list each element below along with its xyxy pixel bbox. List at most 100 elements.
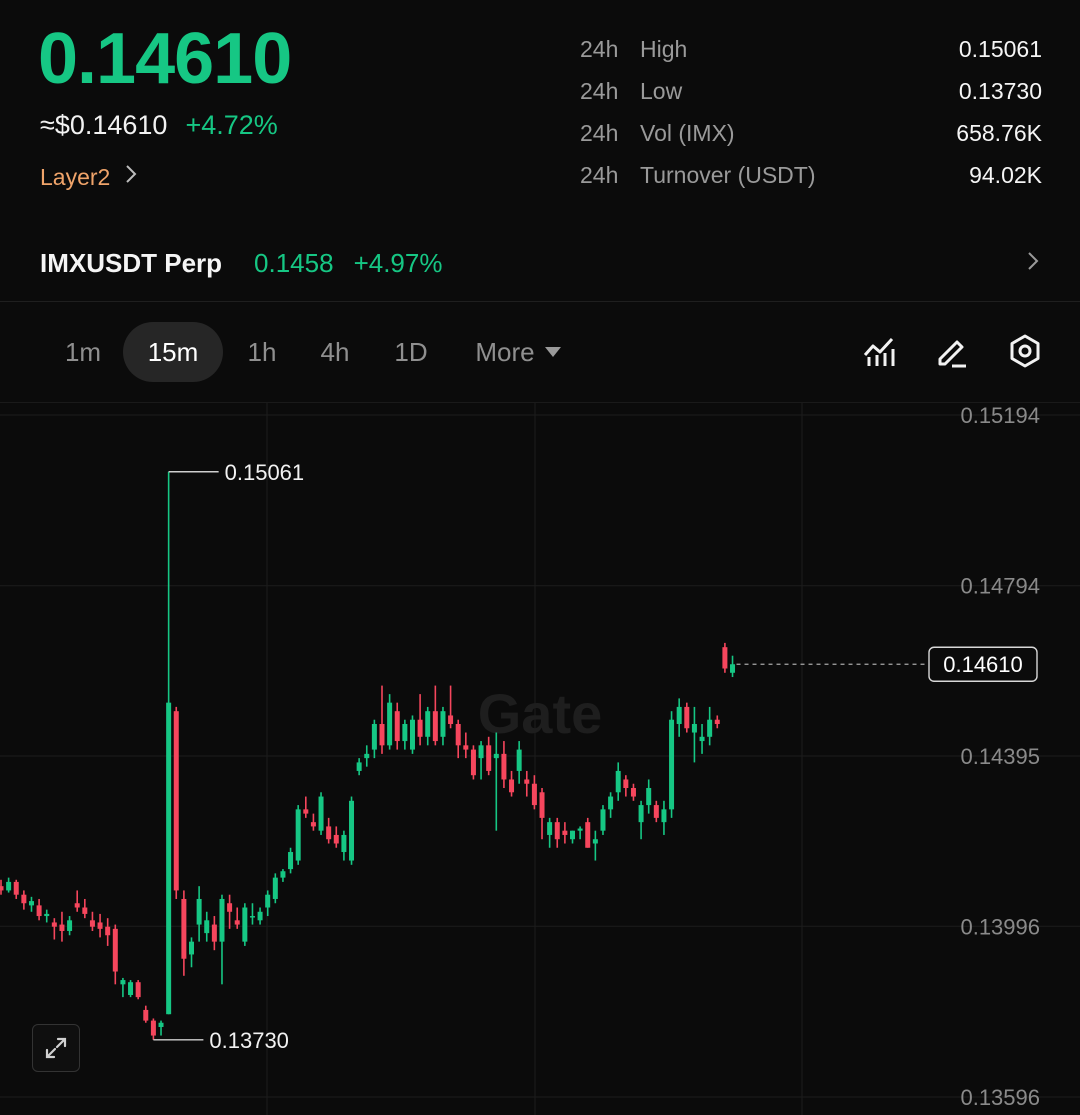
candle-body	[288, 852, 294, 870]
candle-body	[150, 1020, 156, 1036]
candle-body	[303, 809, 309, 814]
caret-down-icon	[544, 347, 561, 357]
price-change: +4.72%	[185, 110, 278, 140]
candle-body	[211, 924, 217, 942]
candle-body	[89, 920, 95, 927]
sector-tag-link[interactable]: Layer2	[40, 163, 138, 192]
candle-body	[135, 982, 141, 998]
candle-body	[493, 753, 499, 759]
candle-body	[707, 719, 713, 737]
candle-body	[577, 828, 583, 831]
candle-body	[608, 796, 614, 810]
low-marker-label: 0.13730	[209, 1028, 289, 1053]
candle-body	[189, 941, 194, 955]
stat-value: 0.13730	[958, 77, 1042, 104]
settings-icon[interactable]	[1007, 333, 1043, 369]
stat-period: 24h	[580, 77, 619, 104]
tab-1d[interactable]: 1D	[378, 322, 444, 382]
candle-body	[204, 920, 210, 934]
tab-1m[interactable]: 1m	[50, 322, 116, 382]
candle-body	[6, 881, 12, 891]
candle-body	[13, 881, 19, 895]
candle-body	[349, 800, 355, 861]
perp-link-row[interactable]: IMXUSDT Perp 0.1458 +4.97%	[40, 243, 1040, 283]
tab-15m[interactable]: 15m	[123, 322, 223, 382]
perp-price: 0.1458	[254, 247, 334, 278]
y-tick-label: 0.14395	[960, 744, 1040, 769]
candle-body	[242, 907, 248, 942]
candle-body	[630, 788, 636, 797]
candle-body	[74, 903, 80, 908]
candle-body	[547, 822, 553, 835]
candle-body	[227, 903, 233, 912]
tab-1h[interactable]: 1h	[232, 322, 292, 382]
candle-body	[661, 809, 667, 823]
candle-body	[455, 723, 461, 746]
candle-body	[173, 711, 179, 891]
stats-panel: 24h High 0.15061 24h Low 0.13730 24h Vol…	[580, 28, 1042, 196]
tab-4h[interactable]: 4h	[304, 322, 366, 382]
candle-body	[394, 711, 400, 742]
candle-body	[265, 894, 271, 908]
candle-body	[714, 719, 720, 724]
candle-body	[425, 711, 431, 737]
candle-body	[82, 907, 88, 914]
indicator-icon[interactable]	[861, 333, 897, 369]
candle-body	[196, 898, 202, 925]
candle-body	[295, 809, 301, 861]
draw-icon[interactable]	[934, 333, 970, 369]
candle-body	[463, 745, 469, 750]
stat-period: 24h	[580, 161, 619, 188]
candle-body	[615, 770, 621, 793]
stat-label: Low	[640, 77, 683, 104]
perp-change: +4.97%	[353, 247, 443, 278]
candle-body	[310, 822, 316, 827]
stat-label: Turnover (USDT)	[640, 161, 816, 188]
stat-row-low: 24h Low 0.13730	[580, 70, 1042, 112]
stat-row-high: 24h High 0.15061	[580, 28, 1042, 70]
candle-body	[440, 711, 446, 737]
candle-body	[158, 1022, 164, 1028]
candle-body	[364, 753, 370, 759]
candle-body	[0, 886, 4, 891]
candle-body	[623, 779, 629, 789]
stat-period: 24h	[580, 119, 619, 146]
candle-body	[562, 830, 568, 835]
candlestick-chart[interactable]: 0.151940.147940.143950.139960.13596 Gate…	[0, 403, 1080, 1115]
candle-body	[44, 913, 50, 917]
candle-body	[600, 809, 606, 831]
stat-value: 94.02K	[969, 161, 1042, 188]
candle-body	[112, 928, 118, 972]
candle-body	[402, 723, 408, 742]
candle-body	[234, 920, 240, 925]
last-price: 0.14610	[38, 19, 292, 99]
candle-body	[638, 805, 644, 823]
candle-body	[97, 922, 103, 929]
candle-body	[432, 711, 438, 742]
stat-period: 24h	[580, 35, 619, 62]
tab-more-dropdown[interactable]: More	[460, 322, 576, 382]
candle-body	[554, 822, 560, 840]
candle-body	[371, 723, 377, 750]
candle-body	[448, 715, 454, 724]
candle-body	[653, 805, 659, 818]
candle-body	[333, 834, 339, 844]
candle-body	[417, 719, 423, 737]
candle-body	[181, 898, 187, 959]
candle-body	[691, 723, 697, 733]
candle-body	[646, 788, 652, 806]
expand-chart-button[interactable]	[32, 1024, 80, 1072]
candle-body	[128, 982, 134, 995]
last-price-label: 0.14610	[943, 652, 1023, 677]
candle-body	[257, 911, 263, 921]
candle-body	[730, 664, 736, 673]
y-tick-label: 0.13596	[960, 1085, 1040, 1110]
candle-body	[219, 898, 225, 942]
stat-value: 658.76K	[956, 119, 1042, 146]
chevron-right-icon	[1026, 248, 1040, 279]
stat-value: 0.15061	[958, 35, 1042, 62]
candle-body	[486, 745, 492, 771]
candle-body	[387, 702, 393, 746]
candle-body	[326, 826, 332, 840]
candle-body	[166, 702, 172, 1015]
